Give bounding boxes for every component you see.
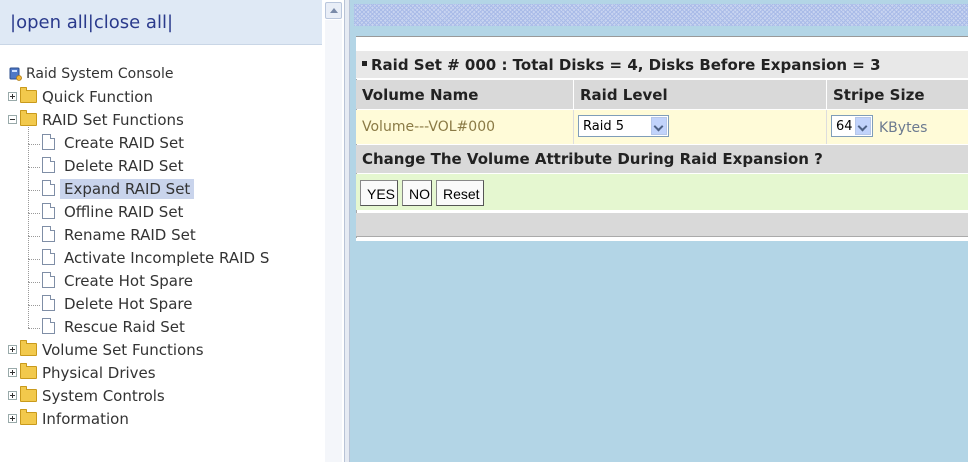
page-icon [42, 203, 55, 219]
page-icon [42, 272, 55, 288]
table-row: Volume---VOL#000 Raid 5 64 KBytes [356, 110, 968, 144]
content-frame: Raid Set # 000 : Total Disks = 4, Disks … [350, 0, 968, 462]
column-header-stripe-size: Stripe Size [833, 86, 925, 104]
plus-icon[interactable] [8, 391, 17, 400]
tree-item-label: System Controls [42, 387, 165, 405]
no-button[interactable]: NO [402, 180, 432, 206]
tree-item-label: Delete Hot Spare [64, 295, 193, 313]
scroll-up-button[interactable] [325, 2, 342, 19]
tree-item-label: RAID Set Functions [42, 111, 184, 129]
page-icon [42, 226, 55, 242]
navigation-frame: |open all|close all| Raid System Console… [0, 0, 344, 462]
page-icon [42, 134, 55, 150]
close-all-link[interactable]: close all [94, 12, 167, 33]
minus-icon[interactable] [8, 115, 17, 124]
plus-icon[interactable] [8, 92, 17, 101]
status-row [356, 213, 968, 237]
open-all-link[interactable]: open all [16, 12, 88, 33]
column-header-volume-name: Volume Name [356, 80, 574, 109]
tree-item-label: Create RAID Set [64, 134, 185, 152]
tree-item-label: Rename RAID Set [64, 226, 196, 244]
page-icon [42, 318, 55, 334]
tree-item-label: Quick Function [42, 88, 153, 106]
raid-level-cell: Raid 5 [574, 110, 827, 144]
plus-icon[interactable] [8, 345, 17, 354]
folder-icon [20, 87, 37, 103]
folder-open-icon [20, 110, 37, 126]
tree-toolbar: |open all|close all| [0, 0, 322, 45]
chevron-down-icon[interactable] [651, 117, 667, 135]
panel-title-row: Raid Set # 000 : Total Disks = 4, Disks … [356, 51, 968, 79]
expand-raid-set-panel: Raid Set # 000 : Total Disks = 4, Disks … [356, 36, 968, 241]
folder-icon [20, 386, 37, 402]
plus-icon[interactable] [8, 414, 17, 423]
table-header: Volume Name Raid Level Stripe Size [356, 80, 968, 109]
column-header-raid-level: Raid Level [574, 80, 827, 109]
chevron-down-icon[interactable] [855, 117, 871, 135]
tree-item-label: Volume Set Functions [42, 341, 204, 359]
tree-item-label: Offline RAID Set [64, 203, 184, 221]
tree-item-label: Information [42, 410, 129, 428]
header-banner [354, 4, 968, 26]
plus-icon[interactable] [8, 368, 17, 377]
separator: | [166, 12, 174, 33]
stripe-size-cell: 64 KBytes [827, 110, 968, 144]
page-icon [42, 157, 55, 173]
raid-level-select[interactable]: Raid 5 [578, 115, 669, 137]
tree-item-label: Expand RAID Set [60, 179, 195, 199]
volume-name-cell: Volume---VOL#000 [356, 110, 574, 144]
tree-item-label: Delete RAID Set [64, 157, 184, 175]
tree-item-label: Physical Drives [42, 364, 156, 382]
folder-icon [20, 340, 37, 356]
page-icon [42, 249, 55, 265]
change-attribute-prompt: Change The Volume Attribute During Raid … [362, 150, 823, 168]
scrollbar-track[interactable] [325, 20, 342, 462]
page-icon [42, 180, 55, 196]
stripe-unit: KBytes [879, 120, 928, 136]
change-attribute-row: Change The Volume Attribute During Raid … [356, 145, 968, 173]
stripe-size-select[interactable]: 64 [831, 115, 873, 137]
yes-button[interactable]: YES [360, 180, 398, 206]
reset-button[interactable]: Reset [436, 180, 484, 206]
tree-item-label: Rescue Raid Set [64, 318, 185, 336]
folder-icon [20, 363, 37, 379]
button-row: YES NO Reset [356, 174, 968, 210]
folder-icon [20, 409, 37, 425]
volume-name: Volume---VOL#000 [362, 119, 496, 135]
page-icon [42, 295, 55, 311]
tree-item-label: Create Hot Spare [64, 272, 194, 290]
tree-root-label: Raid System Console [26, 66, 174, 82]
tree-item-label: Activate Incomplete RAID S [64, 249, 270, 267]
bullet-icon [362, 61, 367, 66]
panel-title: Raid Set # 000 : Total Disks = 4, Disks … [371, 56, 881, 74]
raid-console-icon [9, 67, 22, 81]
